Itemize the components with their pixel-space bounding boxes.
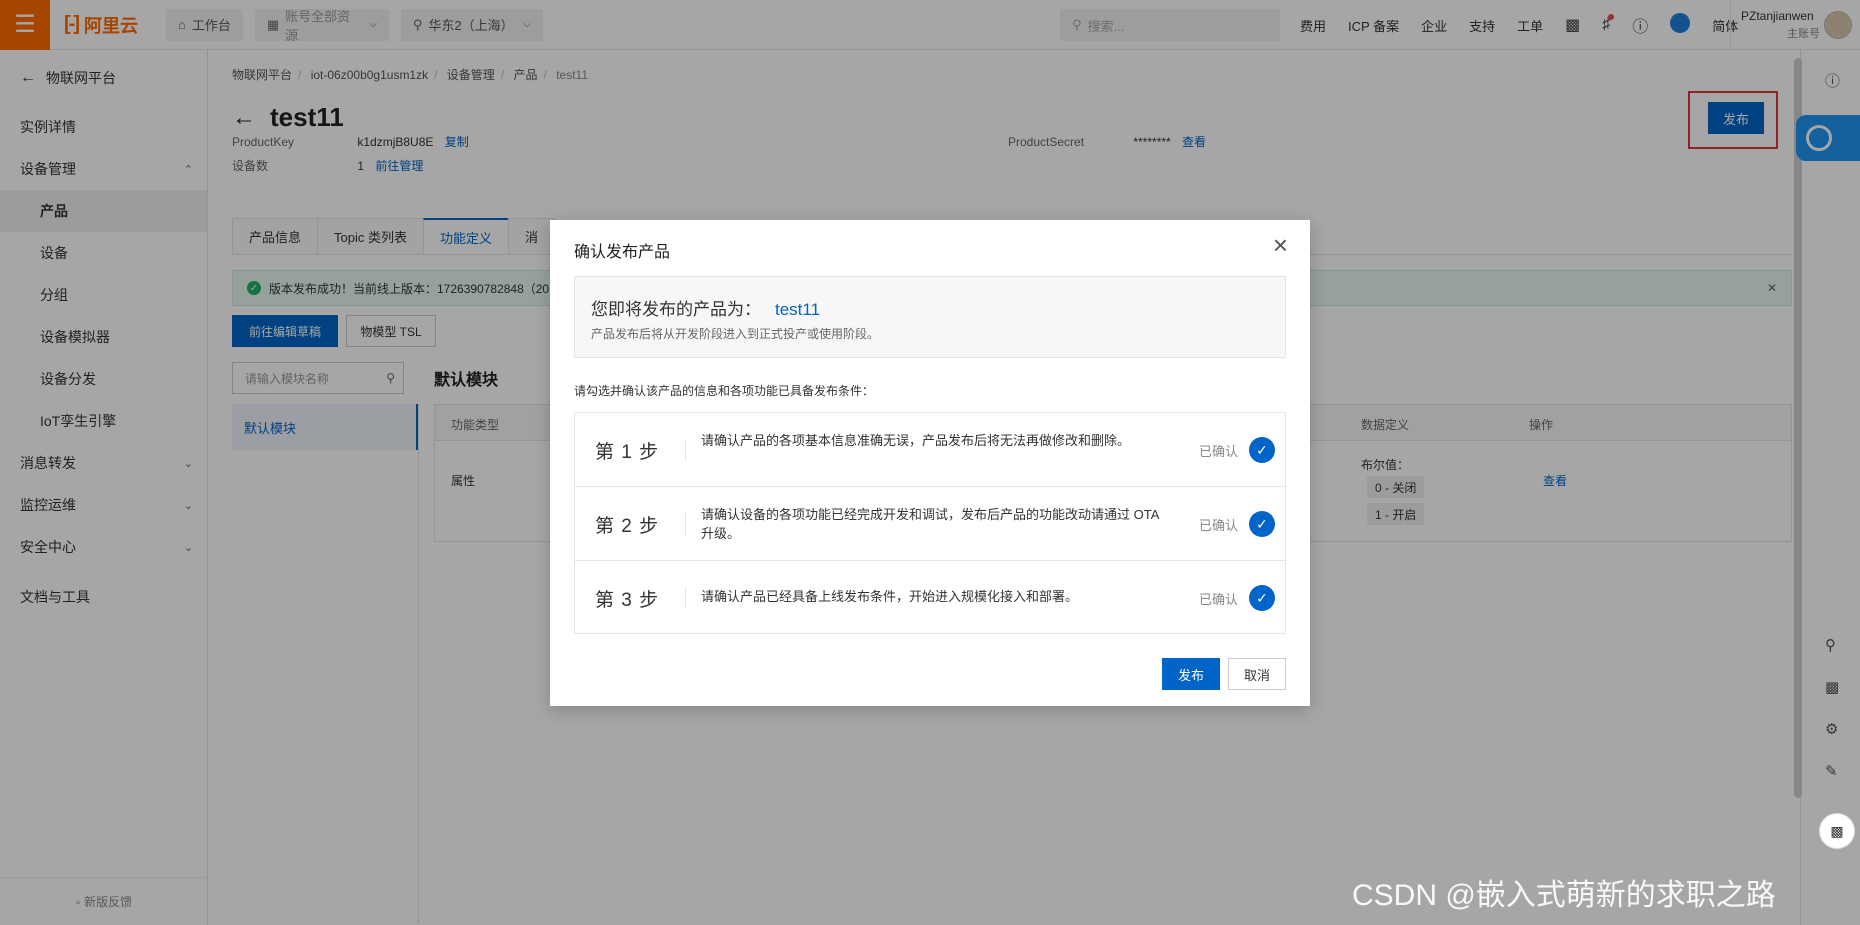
translate-icon[interactable]: ▩ <box>1819 813 1855 849</box>
step-label: 第 3 步 <box>595 590 660 611</box>
confirm-publish-button[interactable]: 发布 <box>1162 658 1220 690</box>
product-summary-title: 您即将发布的产品为： test11 <box>591 295 820 320</box>
step-status: 已确认 <box>1199 518 1239 533</box>
step-status: 已确认 <box>1199 444 1239 459</box>
divider <box>685 587 686 609</box>
cancel-button[interactable]: 取消 <box>1228 658 1286 690</box>
step-text: 请确认产品已经具备上线发布条件，开始进入规模化接入和部署。 <box>701 589 1079 604</box>
close-icon[interactable]: × <box>1273 232 1288 258</box>
divider <box>685 439 686 461</box>
check-circle-icon[interactable]: ✓ <box>1249 511 1275 537</box>
step-text: 请确认设备的各项功能已经完成开发和调试，发布后产品的功能改动请通过 OTA 升级… <box>701 507 1159 541</box>
step-label: 第 1 步 <box>595 442 660 463</box>
check-circle-icon[interactable]: ✓ <box>1249 437 1275 463</box>
step-row[interactable]: 第 2 步 请确认设备的各项功能已经完成开发和调试，发布后产品的功能改动请通过 … <box>575 487 1285 561</box>
check-circle-icon[interactable]: ✓ <box>1249 585 1275 611</box>
check-hint: 请勾选并确认该产品的信息和各项功能已具备发布条件： <box>574 384 875 398</box>
step-row[interactable]: 第 3 步 请确认产品已经具备上线发布条件，开始进入规模化接入和部署。 已确认 … <box>575 561 1285 633</box>
publish-confirm-dialog: 确认发布产品 × 您即将发布的产品为： test11 产品发布后将从开发阶段进入到… <box>550 220 1310 706</box>
product-prefix: 您即将发布的产品为： <box>591 300 761 319</box>
step-status: 已确认 <box>1199 592 1239 607</box>
step-label: 第 2 步 <box>595 516 660 537</box>
divider <box>685 513 686 535</box>
step-text: 请确认产品的各项基本信息准确无误，产品发布后将无法再做修改和删除。 <box>701 433 1131 448</box>
dialog-title: 确认发布产品 <box>574 244 671 261</box>
product-name: test11 <box>775 300 821 319</box>
step-list: 第 1 步 请确认产品的各项基本信息准确无误，产品发布后将无法再做修改和删除。 … <box>574 412 1286 634</box>
product-summary: 您即将发布的产品为： test11 产品发布后将从开发阶段进入到正式投产或使用阶段… <box>574 276 1286 358</box>
product-note: 产品发布后将从开发阶段进入到正式投产或使用阶段。 <box>591 327 880 341</box>
watermark: CSDN @嵌入式萌新的求职之路 <box>1352 879 1776 912</box>
step-row[interactable]: 第 1 步 请确认产品的各项基本信息准确无误，产品发布后将无法再做修改和删除。 … <box>575 413 1285 487</box>
